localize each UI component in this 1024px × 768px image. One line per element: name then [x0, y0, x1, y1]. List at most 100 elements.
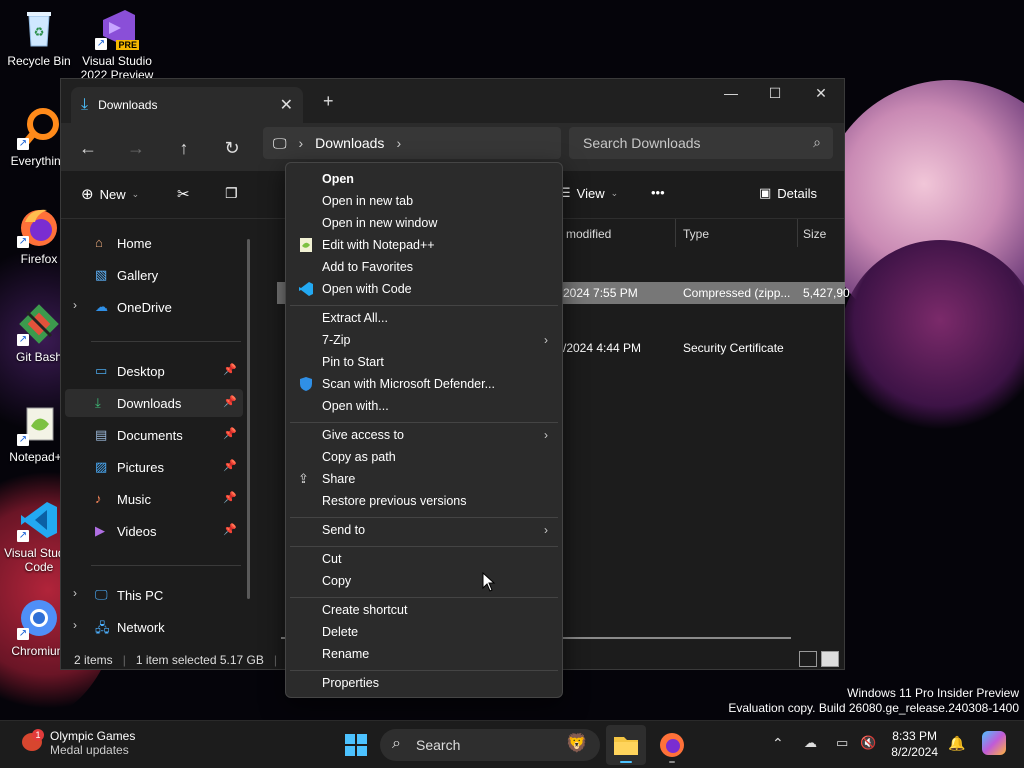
menu-item-delete[interactable]: Delete — [290, 621, 558, 643]
chevron-right-icon: › — [544, 523, 548, 537]
menu-item-properties[interactable]: Properties — [290, 672, 558, 694]
cloud-offline-icon[interactable]: ☁ — [804, 735, 817, 751]
chromium-icon: ↗ — [17, 596, 61, 640]
chevron-right-icon[interactable]: › — [73, 586, 77, 600]
menu-item-pin-start[interactable]: Pin to Start — [290, 351, 558, 373]
chevron-right-icon[interactable]: › — [73, 618, 77, 632]
details-view-toggle[interactable] — [799, 651, 817, 667]
menu-item-send-to[interactable]: Send to › — [290, 519, 558, 541]
menu-item-open-new-tab[interactable]: Open in new tab — [290, 190, 558, 212]
column-separator[interactable] — [675, 219, 676, 247]
refresh-button[interactable]: ↻ — [217, 133, 247, 163]
chevron-right-icon: › — [544, 428, 548, 442]
shield-icon — [298, 376, 314, 392]
minimize-button[interactable]: — — [709, 85, 753, 101]
volume-muted-icon[interactable]: 🔇 — [860, 735, 876, 751]
chevron-right-icon[interactable]: › — [396, 135, 401, 151]
menu-item-edit-notepad[interactable]: Edit with Notepad++ — [290, 234, 558, 256]
context-menu: Open Open in new tab Open in new window … — [285, 162, 563, 698]
menu-item-7zip[interactable]: 7-Zip › — [290, 329, 558, 351]
new-button[interactable]: ⊕ New ⌄ — [81, 185, 139, 203]
desktop-icon-recycle-bin[interactable]: ♻ Recycle Bin — [2, 6, 76, 68]
clock[interactable]: 8:33 PM 8/2/2024 — [891, 728, 938, 760]
cell-size: 5,427,90 — [803, 286, 850, 300]
column-header-type[interactable]: Type — [683, 227, 709, 241]
sidebar-scrollbar[interactable] — [247, 239, 250, 599]
tab-downloads[interactable]: ⤓ Downloads ✕ — [71, 87, 303, 123]
maximize-button[interactable]: ☐ — [753, 85, 797, 102]
widgets-button[interactable]: 1 Olympic Games Medal updates — [20, 729, 135, 757]
menu-item-open-new-window[interactable]: Open in new window — [290, 212, 558, 234]
mouse-cursor-icon — [482, 572, 496, 592]
up-button[interactable]: ↑ — [169, 133, 199, 163]
svg-text:♻: ♻ — [34, 25, 45, 39]
taskbar-firefox[interactable] — [652, 725, 692, 765]
search-icon: ⌕ — [392, 735, 401, 752]
desktop-icon-visual-studio[interactable]: PRE ↗ Visual Studio 2022 Preview — [80, 6, 154, 80]
details-pane-button[interactable]: ▣ Details — [759, 185, 817, 201]
menu-item-give-access[interactable]: Give access to › — [290, 424, 558, 446]
desktop-folder-icon: ▭ — [95, 363, 108, 378]
menu-item-restore-versions[interactable]: Restore previous versions — [290, 490, 558, 512]
column-header-modified[interactable]: modified — [566, 227, 611, 241]
menu-item-open-with[interactable]: Open with... — [290, 395, 558, 417]
home-icon: ⌂ — [95, 235, 103, 250]
search-input[interactable]: Search Downloads ⌕ — [569, 127, 833, 159]
pin-icon: 📌 — [223, 460, 237, 472]
copy-toolbar-button[interactable]: ❐ — [225, 185, 238, 202]
tiles-view-toggle[interactable] — [821, 651, 839, 667]
everything-search-icon: ↗ — [17, 106, 61, 150]
cut-toolbar-button[interactable]: ✂ — [177, 185, 190, 203]
forward-button[interactable]: → — [121, 133, 151, 163]
breadcrumb[interactable]: 🖵 › Downloads › — [263, 127, 561, 159]
menu-item-copy[interactable]: Copy — [290, 570, 558, 592]
evaluation-watermark: Windows 11 Pro Insider Preview Evaluatio… — [728, 686, 1019, 715]
menu-item-create-shortcut[interactable]: Create shortcut — [290, 599, 558, 621]
search-icon: ⌕ — [813, 134, 821, 150]
taskbar-file-explorer[interactable] — [606, 725, 646, 765]
notification-bell-icon[interactable]: 🔔 — [948, 735, 965, 752]
menu-item-extract-all[interactable]: Extract All... — [290, 307, 558, 329]
sidebar-item-music[interactable]: ♪ Music 📌 — [65, 485, 243, 513]
sidebar-item-documents[interactable]: ▤ Documents 📌 — [65, 421, 243, 449]
gallery-icon: ▧ — [95, 267, 108, 282]
menu-item-open[interactable]: Open — [290, 168, 558, 190]
pin-icon: 📌 — [223, 524, 237, 536]
menu-item-add-favorites[interactable]: Add to Favorites — [290, 256, 558, 278]
menu-item-share[interactable]: ⇪ Share — [290, 468, 558, 490]
new-tab-button[interactable]: + — [323, 91, 334, 112]
more-options-button[interactable]: ••• — [651, 185, 665, 200]
network-status-icon[interactable]: ▭ — [836, 735, 848, 751]
sidebar-item-desktop[interactable]: ▭ Desktop 📌 — [65, 357, 243, 385]
back-button[interactable]: ← — [73, 133, 103, 163]
menu-item-copy-as-path[interactable]: Copy as path — [290, 446, 558, 468]
sidebar-item-network[interactable]: › 🖧 Network — [65, 613, 243, 641]
sidebar-item-onedrive[interactable]: › ☁ OneDrive — [65, 293, 243, 321]
close-window-button[interactable]: ✕ — [799, 85, 843, 102]
documents-icon: ▤ — [95, 427, 108, 442]
menu-item-open-with-code[interactable]: Open with Code — [290, 278, 558, 300]
show-hidden-icons-button[interactable]: ⌃ — [772, 735, 784, 752]
breadcrumb-downloads[interactable]: Downloads — [315, 135, 384, 151]
taskbar-search[interactable]: ⌕ Search 🦁 — [380, 729, 600, 761]
videos-icon: ▶ — [95, 523, 105, 538]
chevron-right-icon[interactable]: › — [73, 298, 77, 312]
pin-icon: 📌 — [223, 492, 237, 504]
start-button[interactable] — [344, 733, 368, 757]
computer-icon: 🖵 — [273, 134, 287, 151]
view-button[interactable]: ☰ View ⌄ — [559, 185, 618, 201]
menu-item-scan-defender[interactable]: Scan with Microsoft Defender... — [290, 373, 558, 395]
sidebar-item-gallery[interactable]: ▧ Gallery — [65, 261, 243, 289]
sidebar-item-downloads[interactable]: ⤓ Downloads 📌 — [65, 389, 243, 417]
column-header-size[interactable]: Size — [803, 227, 826, 241]
menu-item-cut[interactable]: Cut — [290, 548, 558, 570]
sidebar-item-pictures[interactable]: ▨ Pictures 📌 — [65, 453, 243, 481]
copilot-icon[interactable] — [982, 731, 1006, 755]
menu-separator — [290, 517, 558, 518]
sidebar-item-home[interactable]: ⌂ Home — [65, 229, 243, 257]
sidebar-item-this-pc[interactable]: › 🖵 This PC — [65, 581, 243, 609]
tab-close-icon[interactable]: ✕ — [280, 95, 293, 115]
column-separator[interactable] — [797, 219, 798, 247]
sidebar-item-videos[interactable]: ▶ Videos 📌 — [65, 517, 243, 545]
menu-item-rename[interactable]: Rename — [290, 643, 558, 665]
